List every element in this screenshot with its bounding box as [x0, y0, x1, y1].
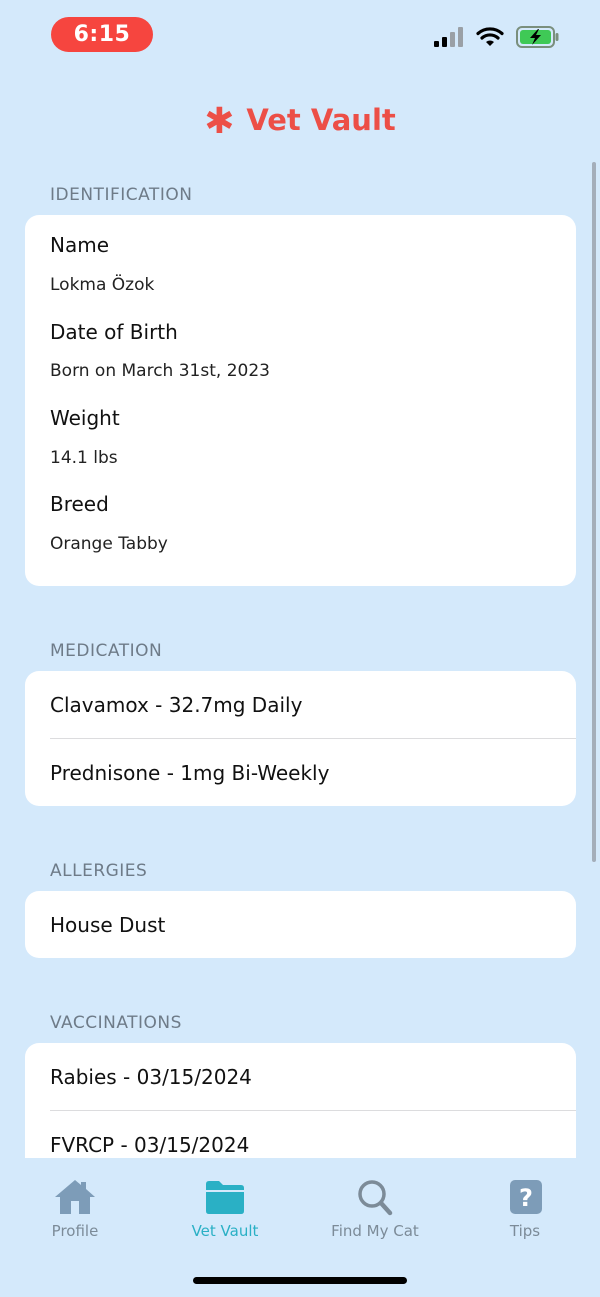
records-scroll-view[interactable]: IDENTIFICATION Name Lokma Özok Date of B… [0, 160, 600, 1158]
asterisk-icon: ✱ [204, 101, 235, 142]
vet-vault-screen: 6:15 ✱ Vet Vault IDENTIFICATION Name Lok… [0, 0, 600, 1297]
field-label-breed: Breed [50, 492, 109, 516]
wifi-icon [476, 27, 504, 51]
field-value-breed: Orange Tabby [50, 534, 168, 554]
svg-text:?: ? [519, 1184, 533, 1212]
section-header-vaccinations: VACCINATIONS [50, 1013, 182, 1033]
tab-vet-vault-label: Vet Vault [191, 1222, 259, 1240]
status-icons [434, 26, 560, 52]
field-label-dob: Date of Birth [50, 320, 178, 344]
vertical-scrollbar[interactable] [592, 162, 596, 862]
page-title: ✱ Vet Vault [0, 100, 600, 140]
tab-profile-label: Profile [51, 1222, 99, 1240]
status-time: 6:15 [51, 17, 153, 52]
allergy-row[interactable]: House Dust [25, 891, 576, 958]
magnifying-glass-icon [353, 1178, 397, 1216]
tab-find-my-cat-label: Find My Cat [331, 1222, 419, 1240]
identification-card: Name Lokma Özok Date of Birth Born on Ma… [25, 215, 576, 586]
medication-card: Clavamox - 32.7mg Daily Prednisone - 1mg… [25, 671, 576, 806]
section-header-identification: IDENTIFICATION [50, 185, 193, 205]
tab-find-my-cat[interactable]: Find My Cat [300, 1178, 450, 1240]
tab-profile[interactable]: Profile [0, 1178, 150, 1240]
field-value-name: Lokma Özok [50, 275, 155, 295]
house-icon [53, 1178, 97, 1216]
vaccination-row[interactable]: Rabies - 03/15/2024 [25, 1043, 576, 1110]
vaccination-row[interactable]: FVRCP - 03/15/2024 [25, 1111, 576, 1158]
tab-vet-vault[interactable]: Vet Vault [150, 1178, 300, 1240]
vaccinations-card: Rabies - 03/15/2024 FVRCP - 03/15/2024 [25, 1043, 576, 1158]
folder-icon [203, 1178, 247, 1216]
cellular-signal-icon [434, 27, 464, 51]
field-label-weight: Weight [50, 406, 120, 430]
field-value-dob: Born on March 31st, 2023 [50, 361, 270, 381]
question-mark-icon: ? [503, 1178, 547, 1216]
section-header-medication: MEDICATION [50, 641, 163, 661]
allergies-card: House Dust [25, 891, 576, 958]
field-label-name: Name [50, 233, 110, 257]
page-title-text: Vet Vault [246, 103, 396, 137]
tab-tips-label: Tips [509, 1222, 541, 1240]
medication-row[interactable]: Prednisone - 1mg Bi-Weekly [25, 739, 576, 806]
battery-charging-icon [516, 26, 560, 52]
home-indicator[interactable] [193, 1277, 407, 1284]
medication-row[interactable]: Clavamox - 32.7mg Daily [25, 671, 576, 738]
field-value-weight: 14.1 lbs [50, 448, 118, 468]
tab-tips[interactable]: ? Tips [450, 1178, 600, 1240]
section-header-allergies: ALLERGIES [50, 861, 148, 881]
